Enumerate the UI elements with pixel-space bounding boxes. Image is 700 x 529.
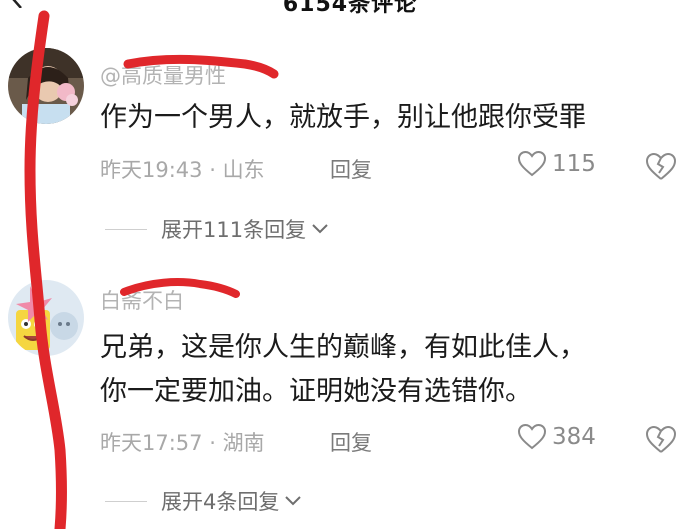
expand-replies-label: 展开4条回复 <box>161 490 280 514</box>
reply-button[interactable]: 回复 <box>330 154 372 184</box>
avatar[interactable] <box>8 280 84 356</box>
comment-count-title: 6154条评论 <box>282 0 418 14</box>
comment-meta: 昨天19:43 · 山东 <box>100 158 265 182</box>
comment-meta: 昨天17:57 · 湖南 <box>100 431 265 455</box>
reply-button[interactable]: 回复 <box>330 427 372 457</box>
comment-location: 湖南 <box>222 431 265 455</box>
comment-location: 山东 <box>222 158 265 182</box>
expand-replies-button[interactable]: 展开4条回复 <box>105 486 302 516</box>
like-count: 115 <box>552 151 596 177</box>
heart-icon <box>518 424 546 450</box>
broken-heart-icon[interactable] <box>645 152 677 185</box>
top-bar: 6154条评论 <box>0 0 700 14</box>
comment-time: 昨天17:57 <box>100 431 203 455</box>
comment-text: 兄弟，这是你人生的巅峰，有如此佳人， 你一定要加油。证明她没有选错你。 <box>100 326 586 414</box>
like-count: 384 <box>552 424 596 450</box>
comment-text-line: 兄弟，这是你人生的巅峰，有如此佳人， <box>100 332 586 363</box>
expand-replies-button[interactable]: 展开111条回复 <box>105 214 328 244</box>
comment-text-line: 作为一个男人，就放手，别让他跟你受罪 <box>100 102 586 133</box>
username[interactable]: 白斋不白 <box>100 285 184 315</box>
comment-text: 作为一个男人，就放手，别让他跟你受罪 <box>100 96 586 140</box>
comment-time: 昨天19:43 <box>100 158 203 182</box>
username[interactable]: @高质量男性 <box>100 60 226 90</box>
chevron-down-icon <box>312 224 328 234</box>
comment-text-line: 你一定要加油。证明她没有选错你。 <box>100 376 532 407</box>
expand-replies-label: 展开111条回复 <box>161 218 307 242</box>
avatar[interactable] <box>8 48 84 124</box>
like-button[interactable]: 115 <box>518 151 596 177</box>
chevron-down-icon <box>285 496 302 506</box>
divider-line <box>105 500 147 502</box>
divider-line <box>105 228 147 230</box>
broken-heart-icon[interactable] <box>645 425 677 458</box>
heart-icon <box>518 151 546 177</box>
like-button[interactable]: 384 <box>518 424 596 450</box>
